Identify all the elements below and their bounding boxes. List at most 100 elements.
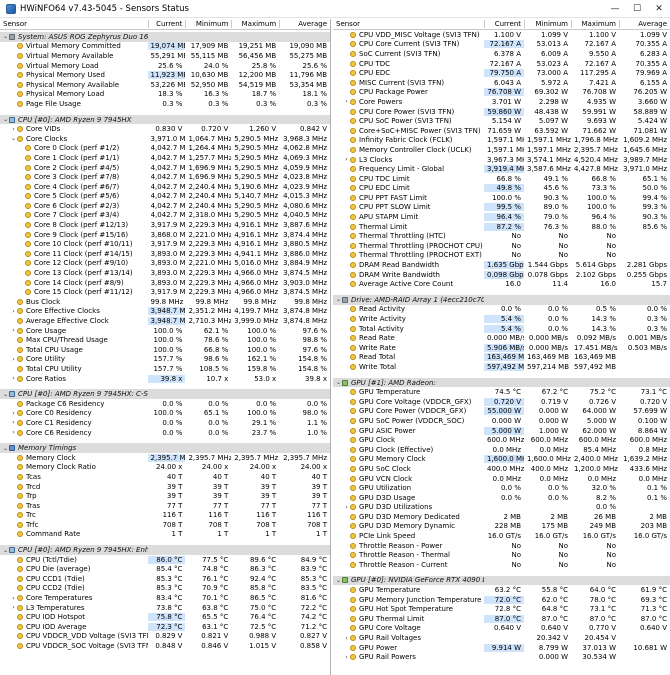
sensor-row[interactable]: GPU Utilization 0.0 % 0.0 % 32.0 % 0.1 % [333,483,670,493]
sensor-row[interactable]: CPU Core Power (SVI3 TFN) 59.860 W 48.438 … [333,107,670,117]
sensor-row[interactable]: Thermal Throttling (PROCHOT CPU) No No No [333,241,670,251]
sensor-row[interactable]: PCIe Link Speed 16.0 GT/s 16.0 GT/s 16.0 GT… [333,531,670,541]
sensor-row[interactable]: CPU IOD Hotspot 75.8 °C 65.5 °C 76.4 °C 74.2… [0,612,330,622]
sensor-row[interactable]: GPU D3D Memory Dedicated 2 MB 2 MB 26 MB 2 M… [333,512,670,522]
sensor-row[interactable]: Frequency Limit - Global 3,919.4 MHz3,587… [333,164,670,174]
expand-chevron-icon[interactable]: › [343,98,350,105]
sensor-row[interactable]: CPU PPT SLOW Limit 99.5 % 89.0 % 100.0 % 99.… [333,203,670,213]
sensor-row[interactable]: GPU Power 9.914 W 8.799 W 37.013 W 10.681 W [333,643,670,653]
sensor-row[interactable]: Core 0 Clock (perf #1/2) 4,042.7 MHz1,264… [0,144,330,154]
sensor-row[interactable]: Core 15 Clock (perf #11/12) 3,917.9 MHz2,… [0,287,330,297]
sensor-row[interactable]: ⌄ Core Clocks 3,971.0 MHz1,064.7 MHz5,290.… [0,134,330,144]
sensor-row[interactable]: GPU VCN Clock 0.0 MHz 0.0 MHz 0.0 MHz 0.0 MH… [333,474,670,484]
collapse-chevron-icon[interactable]: ⌄ [2,547,9,554]
sensor-row[interactable]: CPU Die (average) 85.4 °C 74.8 °C 86.3 °C 83… [0,564,330,574]
sensor-row[interactable]: › Core C6 Residency 0.0 % 0.0 % 23.7 % 1.0 % [0,428,330,438]
maximize-button[interactable]: ☐ [626,0,648,18]
sensor-row[interactable]: GPU Memory Junction Temperature 72.0 °C 62… [333,595,670,605]
sensor-row[interactable]: › GPU Rail Powers 0.000 W 30.534 W [333,652,670,662]
sensor-row[interactable]: Core 6 Clock (perf #2/3) 4,042.7 MHz2,240… [0,201,330,211]
collapse-chevron-icon[interactable]: ⌄ [335,296,342,303]
sensor-panel-left[interactable]: Sensor Current Minimum Maximum Average ⌄… [0,19,331,675]
sensor-row[interactable]: Core 8 Clock (perf #12/13) 3,917.9 MHz2,2… [0,220,330,230]
expand-chevron-icon[interactable]: › [10,604,17,611]
expand-chevron-icon[interactable]: › [10,410,17,417]
expand-chevron-icon[interactable]: › [10,419,17,426]
sensor-group-header[interactable]: ⌄ Memory Timings [0,443,330,453]
sensor-row[interactable]: › Core Usage 100.0 % 62.1 % 100.0 % 97.6 % [0,326,330,336]
sensor-row[interactable]: › Core C0 Residency 100.0 % 65.1 % 100.0 % 98… [0,409,330,419]
sensor-row[interactable]: GPU Memory Clock1,600.0 MHz1,600.0 MHz2,… [333,455,670,465]
header-current[interactable]: Current [484,20,524,28]
sensor-row[interactable]: › Core Temperatures 83.4 °C 70.1 °C 86.5 °C 8… [0,593,330,603]
sensor-group-header[interactable]: ⌄ CPU [#0]: AMD Ryzen 9 7945HX: C-State..… [0,389,330,399]
sensor-panel-right[interactable]: Sensor Current Minimum Maximum Average C… [333,19,670,675]
sensor-row[interactable]: Trcd 39 T 39 T 39 T 39 T [0,482,330,492]
sensor-row[interactable]: GPU Core Voltage 0.640 V 0.640 V 0.770 V 0.6… [333,624,670,634]
minimize-button[interactable]: — [604,0,626,18]
sensor-row[interactable]: Memory Clock2,395.7 MHz2,395.7 MHz2,395.… [0,453,330,463]
sensor-row[interactable]: GPU Clock 600.0 MHz 600.0 MHz 600.0 MHz 600.… [333,435,670,445]
sensor-row[interactable]: › GPU D3D Utilizations 0.0 % [333,503,670,513]
sensor-row[interactable]: Core 13 Clock (perf #13/14) 3,893.0 MHz2,… [0,268,330,278]
sensor-row[interactable]: Core 3 Clock (perf #7/8) 4,042.7 MHz1,696… [0,172,330,182]
expand-chevron-icon[interactable]: › [343,504,350,511]
sensor-row[interactable]: Memory Clock Ratio 24.00 x 24.00 x 24.00 x 2… [0,463,330,473]
sensor-row[interactable]: Core 4 Clock (perf #6/7) 4,042.7 MHz2,240… [0,182,330,192]
sensor-row[interactable]: Bus Clock 99.8 MHz 99.8 MHz 99.8 MHz 99.8 MH… [0,297,330,307]
sensor-row[interactable]: DRAM Read Bandwidth 1.635 Gbps 1.544 Gbps 5… [333,260,670,270]
sensor-row[interactable]: Thermal Throttling (PROCHOT EXT) No No No [333,251,670,261]
sensor-row[interactable]: CPU PPT FAST Limit 100.0 % 90.3 % 100.0 % 99… [333,193,670,203]
close-button[interactable]: ✕ [648,0,670,18]
sensor-group-header[interactable]: ⌄ CPU [#0]: AMD Ryzen 9 7945HX [0,114,330,125]
sensor-row[interactable]: Core 5 Clock (perf #5/6) 4,042.7 MHz2,240… [0,192,330,202]
sensor-row[interactable]: APU STAPM Limit 96.4 % 79.0 % 96.4 % 90.3 % [333,212,670,222]
sensor-row[interactable]: Read Total163,469 MB163,469 MB163,469 MB [333,353,670,363]
sensor-row[interactable]: CPU CCD2 (Tdie) 85.3 °C 70.9 °C 85.8 °C 83.5… [0,584,330,594]
sensor-row[interactable]: Core 7 Clock (perf #3/4) 4,042.7 MHz2,318… [0,211,330,221]
sensor-row[interactable]: Trc 116 T 116 T 116 T 116 T [0,511,330,521]
sensor-row[interactable]: Command Rate 1 T 1 T 1 T 1 T [0,530,330,540]
sensor-group-header[interactable]: ⌄ CPU [#0]: AMD Ryzen 9 7945HX: Enhanced [0,545,330,555]
expand-chevron-icon[interactable]: › [343,156,350,163]
sensor-row[interactable]: Virtual Memory Load 25.6 % 24.0 % 25.8 % 25.… [0,61,330,71]
sensor-row[interactable]: › L3 Clocks 3,967.3 MHz3,574.1 MHz4,520.4 … [333,155,670,165]
collapse-chevron-icon[interactable]: ⌄ [2,391,9,398]
expand-chevron-icon[interactable]: ⌄ [10,135,17,142]
collapse-chevron-icon[interactable]: ⌄ [335,379,342,386]
sensor-row[interactable]: Total Activity 5.4 % 0.0 % 14.3 % 0.3 % [333,324,670,334]
sensor-row[interactable]: › L3 Temperatures 73.8 °C 63.8 °C 75.0 °C 72.… [0,603,330,613]
sensor-row[interactable]: Virtual Memory Available 55,291 MB 55,115 … [0,51,330,61]
sensor-row[interactable]: Core 12 Clock (perf #9/10) 3,893.0 MHz2,2… [0,259,330,269]
sensor-row[interactable]: GPU Temperature 63.2 °C 55.8 °C 64.0 °C 61.9… [333,585,670,595]
header-maximum[interactable]: Maximum [571,20,619,28]
header-current[interactable]: Current [147,20,186,28]
sensor-row[interactable]: CPU IOD Average 72.3 °C 63.1 °C 72.5 °C 71.2… [0,622,330,632]
sensor-row[interactable]: Core 2 Clock (perf #4/5) 4,042.7 MHz1,696… [0,163,330,173]
sensor-row[interactable]: Virtual Memory Committed 19,074 MB 17,909 … [0,42,330,52]
sensor-row[interactable]: CPU EDC 79.750 A 73.000 A 117.295 A 79.969 A [333,68,670,78]
sensor-row[interactable]: SoC Current (SVI3 TFN) 6.378 A 6.009 A 9.55… [333,49,670,59]
expand-chevron-icon[interactable]: › [10,356,17,363]
expand-chevron-icon[interactable]: › [10,429,17,436]
sensor-group-header[interactable]: ⌄ GPU [#1]: AMD Radeon: [333,377,670,388]
sensor-row[interactable]: Throttle Reason - Thermal No No No [333,550,670,560]
sensor-row[interactable]: CPU Package Power 76.708 W 69.302 W 76.708 … [333,88,670,98]
sensor-row[interactable]: GPU SoC Clock 400.0 MHz 400.0 MHz 1,200.0 M… [333,464,670,474]
sensor-row[interactable]: DRAM Write Bandwidth 0.098 Gbps 0.078 Gbps… [333,270,670,280]
header-minimum[interactable]: Minimum [524,20,571,28]
sensor-row[interactable]: Package C6 Residency 0.0 % 0.0 % 0.0 % 0.0 % [0,399,330,409]
sensor-row[interactable]: Physical Memory Load 18.3 % 16.3 % 18.7 % 18… [0,90,330,100]
sensor-row[interactable]: CPU VDDCR_VDD Voltage (SVI3 TFN) 0.829 V 0… [0,632,330,642]
sensor-row[interactable]: Core 14 Clock (perf #8/9) 3,893.0 MHz2,22… [0,278,330,288]
sensor-row[interactable]: Memory Controller Clock (UCLK) 1,597.1 MH… [333,145,670,155]
sensor-row[interactable]: GPU Temperature 74.5 °C 67.2 °C 75.2 °C 73.1… [333,387,670,397]
sensor-row[interactable]: Trfc 708 T 708 T 708 T 708 T [0,520,330,530]
sensor-row[interactable]: Read Rate 0.000 MB/s 0.000 MB/s 0.092 MB/s 0… [333,333,670,343]
sensor-row[interactable]: › Core Powers 3.701 W 2.298 W 4.935 W 3.660 W [333,97,670,107]
sensor-row[interactable]: Physical Memory Available 53,226 MB 52,950… [0,80,330,90]
expand-chevron-icon[interactable]: › [10,595,17,602]
sensor-row[interactable]: Infinity Fabric Clock (FCLK)1,597.1 MHz1… [333,136,670,146]
sensor-row[interactable]: › GPU Rail Voltages 20.342 V 20.454 V [333,633,670,643]
header-minimum[interactable]: Minimum [185,20,231,28]
